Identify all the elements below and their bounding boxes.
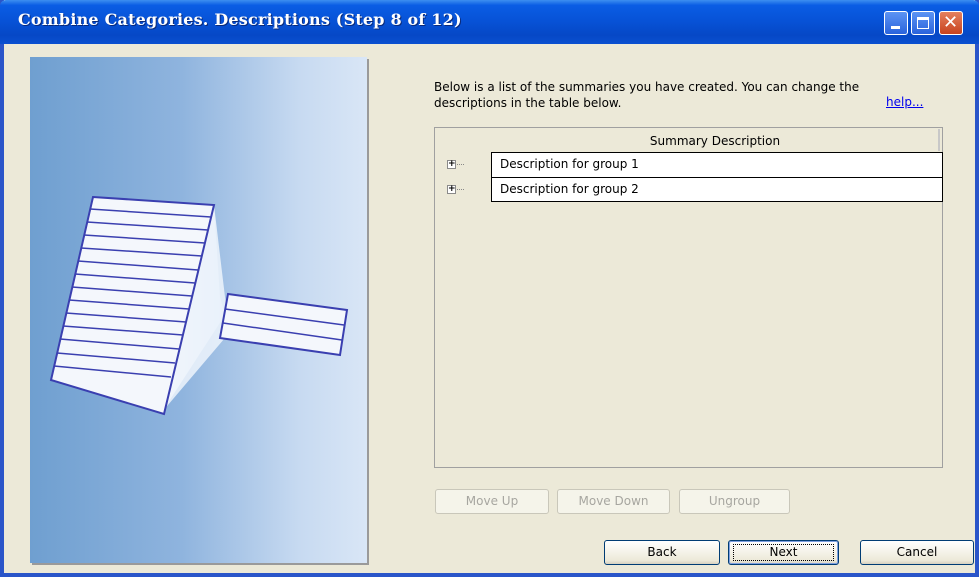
move-up-button[interactable]: Move Up [435,489,549,514]
column-header-summary-description[interactable]: Summary Description [492,129,940,151]
instructions-text: Below is a list of the summaries you hav… [434,80,860,110]
window-title: Combine Categories. Descriptions (Step 8… [18,10,462,29]
wizard-illustration [30,57,367,563]
tree-connector [457,164,464,165]
maximize-icon [917,17,929,29]
help-link[interactable]: help... [886,95,923,109]
description-cell[interactable]: Description for group 1 [492,152,943,177]
wizard-window: Combine Categories. Descriptions (Step 8… [0,0,979,577]
minimize-button[interactable] [884,11,908,35]
tree-connector [457,189,464,190]
ungroup-button[interactable]: Ungroup [679,489,790,514]
table-row[interactable]: + Description for group 1 [435,152,943,177]
maximize-button[interactable] [911,11,935,35]
row-header[interactable] [464,177,492,202]
focus-rectangle [733,544,834,561]
close-button[interactable]: ✕ [939,11,963,35]
next-button[interactable]: Next [728,540,839,565]
combine-categories-illustration-icon [49,195,349,416]
row-header[interactable] [464,152,492,177]
back-button[interactable]: Back [604,540,720,565]
close-icon: ✕ [943,12,959,33]
summary-grid[interactable]: Summary Description + Description for gr… [434,127,943,468]
minimize-icon [891,26,900,29]
cancel-button[interactable]: Cancel [860,540,974,565]
expand-icon[interactable]: + [447,185,456,194]
table-row[interactable]: + Description for group 2 [435,177,943,202]
move-down-button[interactable]: Move Down [557,489,670,514]
expand-icon[interactable]: + [447,160,456,169]
description-cell[interactable]: Description for group 2 [492,177,943,202]
title-bar[interactable]: Combine Categories. Descriptions (Step 8… [0,0,979,44]
